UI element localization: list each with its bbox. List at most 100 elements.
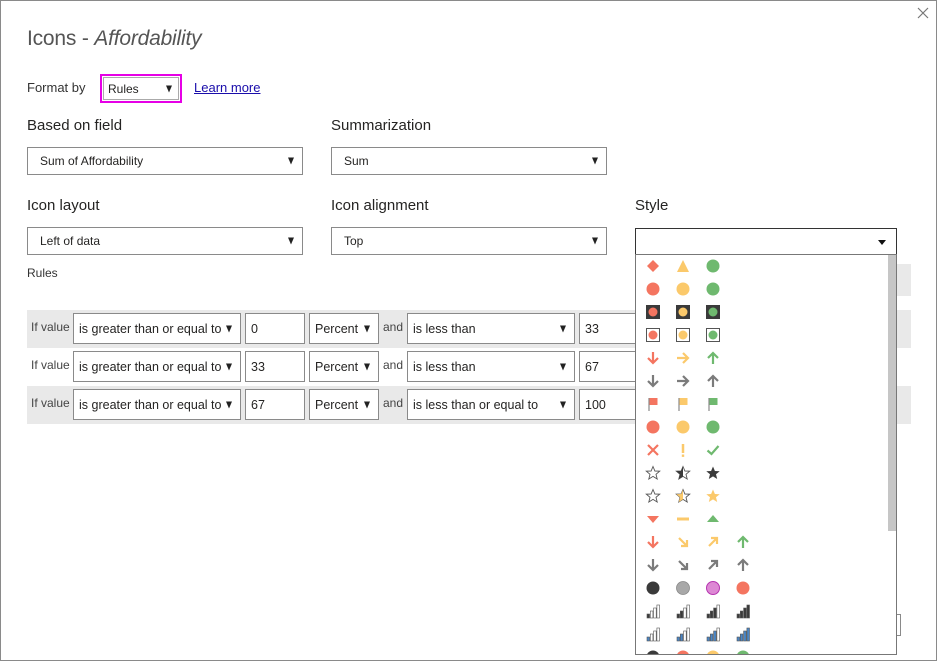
- arrow-down-right-gray-icon: [678, 560, 689, 571]
- arrow-down-red-icon: [647, 352, 659, 365]
- star-empty-icon: [645, 488, 661, 503]
- dash-yellow-icon: [677, 517, 689, 521]
- scrollbar[interactable]: [888, 255, 896, 654]
- rule-condition2-select[interactable]: is less than: [407, 351, 575, 382]
- arrow-right-yellow-icon: [677, 352, 690, 364]
- arrow-up-right-yellow-icon: [708, 536, 719, 547]
- chevron-down-icon: [364, 363, 370, 370]
- circle-green-icon: [706, 259, 720, 273]
- style-option[interactable]: [636, 416, 886, 439]
- rule-value2-input[interactable]: 33: [579, 313, 639, 344]
- circle-pink-icon: [706, 581, 720, 595]
- chevron-down-icon: [288, 157, 294, 165]
- chevron-down-icon: [592, 157, 598, 165]
- circle-yellow-icon: [676, 282, 690, 296]
- chevron-down-icon: [364, 325, 370, 332]
- chevron-down-icon: [560, 325, 566, 332]
- star-half-gold-icon: [675, 488, 691, 503]
- rules-label: Rules: [27, 266, 58, 280]
- rule-condition2-select[interactable]: is less than or equal to: [407, 389, 575, 420]
- chevron-down-icon: [166, 85, 172, 92]
- style-option[interactable]: [636, 278, 886, 301]
- rule-value-input[interactable]: 33: [245, 351, 305, 382]
- rule-value2-input[interactable]: 100: [579, 389, 639, 420]
- style-option[interactable]: [636, 508, 886, 531]
- style-option[interactable]: [636, 324, 886, 347]
- rule-condition2-select[interactable]: is less than: [407, 313, 575, 344]
- traffic-light-red-icon: [646, 305, 660, 319]
- icon-layout-select[interactable]: Left of data: [27, 227, 303, 255]
- summarization-label: Summarization: [331, 117, 432, 134]
- style-option[interactable]: [636, 439, 886, 462]
- circle-red-icon: [736, 581, 750, 595]
- star-empty-icon: [645, 465, 661, 480]
- check-green-icon: [706, 445, 720, 456]
- style-option[interactable]: [636, 600, 886, 623]
- rule-unit-select[interactable]: Percent: [309, 389, 379, 420]
- style-option[interactable]: [636, 577, 886, 600]
- traffic-light-green-icon: [706, 305, 720, 319]
- style-option[interactable]: [636, 255, 886, 278]
- icon-alignment-label: Icon alignment: [331, 197, 429, 214]
- triangle-down-red-icon: [647, 516, 659, 523]
- rule-condition-select[interactable]: is greater than or equal to: [73, 389, 241, 420]
- learn-more-link[interactable]: Learn more: [194, 80, 260, 95]
- rule-unit-select[interactable]: Percent: [309, 313, 379, 344]
- chevron-down-icon: [226, 325, 232, 332]
- style-option[interactable]: [636, 646, 886, 654]
- rule-unit-select[interactable]: Percent: [309, 351, 379, 382]
- based-on-field-select[interactable]: Sum of Affordability: [27, 147, 303, 175]
- chevron-down-icon: [288, 237, 294, 245]
- chevron-down-icon: [560, 363, 566, 370]
- circled-exclamation-yellow-icon: [676, 420, 690, 434]
- star-half-dark-icon: [675, 465, 691, 480]
- style-label: Style: [635, 197, 669, 214]
- circle-green-icon: [706, 282, 720, 296]
- style-option[interactable]: [636, 554, 886, 577]
- bars-4-dark-icon: [736, 604, 750, 619]
- circled-check-green-icon: [706, 420, 720, 434]
- style-option[interactable]: [636, 462, 886, 485]
- diamond-red-icon: [647, 260, 659, 272]
- chevron-down-icon: [560, 401, 566, 408]
- format-by-select[interactable]: Rules: [100, 74, 182, 103]
- style-option[interactable]: [636, 301, 886, 324]
- circle-black-icon: [646, 581, 660, 595]
- chevron-down-icon: [226, 401, 232, 408]
- arrow-down-gray-icon: [647, 375, 659, 388]
- arrow-down-right-yellow-icon: [678, 537, 689, 548]
- triangle-up-green-icon: [707, 515, 719, 522]
- style-dropdown-list: [635, 254, 897, 655]
- scrollbar-thumb[interactable]: [888, 255, 896, 531]
- style-select[interactable]: [635, 228, 897, 263]
- arrow-up-gray-icon: [737, 558, 749, 571]
- framed-circle-red-icon: [646, 328, 660, 342]
- rule-value-input[interactable]: 0: [245, 313, 305, 344]
- chevron-down-icon: [878, 240, 886, 245]
- rule-value2-input[interactable]: 67: [579, 351, 639, 382]
- arrow-up-green-icon: [737, 535, 749, 548]
- dialog-title: Icons - Affordability: [27, 27, 202, 50]
- rule-condition-select[interactable]: is greater than or equal to: [73, 351, 241, 382]
- rule-condition-select[interactable]: is greater than or equal to: [73, 313, 241, 344]
- arrow-down-gray-icon: [647, 559, 659, 572]
- style-option[interactable]: [636, 485, 886, 508]
- rules-header-shade: [896, 264, 911, 296]
- summarization-select[interactable]: Sum: [331, 147, 607, 175]
- star-full-dark-icon: [706, 466, 720, 479]
- flag-green-icon: [708, 398, 718, 411]
- style-option[interactable]: [636, 393, 886, 416]
- style-option[interactable]: [636, 370, 886, 393]
- style-option[interactable]: [636, 531, 886, 554]
- close-icon[interactable]: [915, 5, 931, 21]
- flag-red-icon: [648, 398, 658, 411]
- circle-black-icon: [647, 650, 659, 654]
- style-option[interactable]: [636, 623, 886, 646]
- style-option[interactable]: [636, 347, 886, 370]
- bars-2-blue-icon: [676, 627, 690, 642]
- icons-dialog: Icons - Affordability Format by Rules Le…: [0, 0, 937, 661]
- icon-alignment-select[interactable]: Top: [331, 227, 607, 255]
- circle-gray-icon: [676, 581, 690, 595]
- rule-value-input[interactable]: 67: [245, 389, 305, 420]
- framed-circle-green-icon: [706, 328, 720, 342]
